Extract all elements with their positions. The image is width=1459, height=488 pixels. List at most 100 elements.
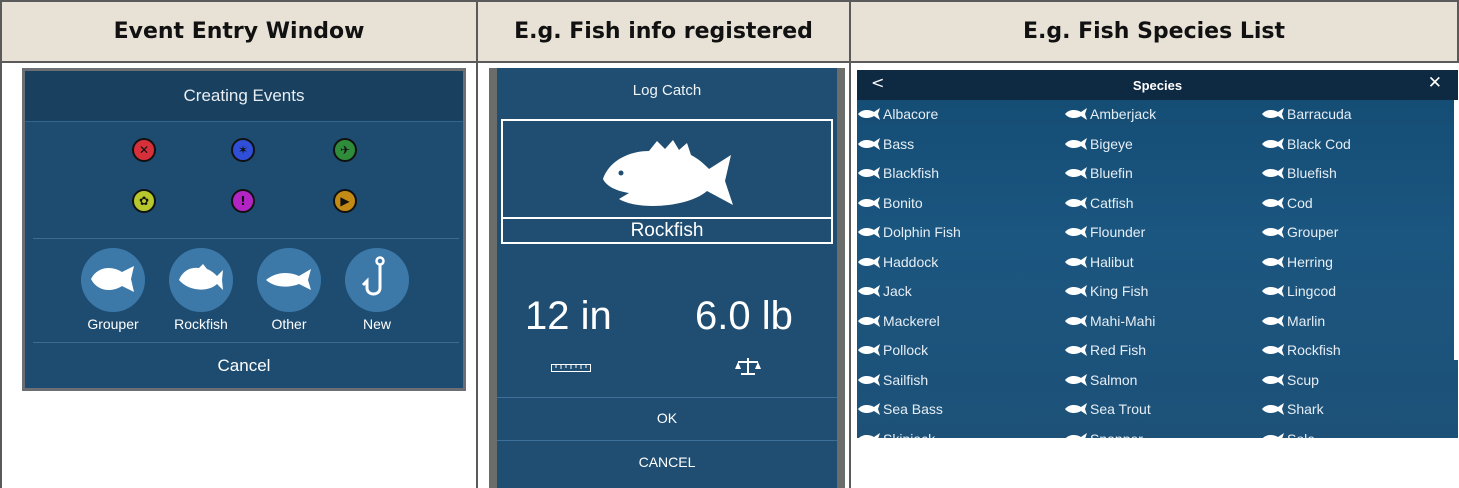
rockfish-label: Rockfish bbox=[174, 316, 228, 332]
species-item[interactable]: Sea Bass bbox=[857, 397, 943, 421]
species-item[interactable]: Snapper bbox=[1064, 427, 1143, 438]
fish-icon bbox=[1065, 108, 1087, 120]
fish-icon bbox=[858, 314, 880, 327]
species-label: Scup bbox=[1287, 371, 1319, 388]
ok-button[interactable]: OK bbox=[497, 398, 837, 438]
bird-icon[interactable]: ✈ bbox=[333, 138, 357, 162]
species-item[interactable]: Grouper bbox=[1261, 220, 1338, 244]
rockfish-icon bbox=[603, 140, 733, 206]
species-item[interactable]: Scup bbox=[1261, 368, 1319, 392]
species-title-bar: Species bbox=[857, 70, 1458, 100]
other-label: Other bbox=[271, 316, 307, 332]
species-item[interactable]: Flounder bbox=[1064, 220, 1145, 244]
species-item[interactable]: Bass bbox=[857, 132, 914, 156]
alert-icon[interactable]: ! bbox=[231, 189, 255, 213]
species-label: Blackfish bbox=[883, 165, 940, 181]
species-item[interactable]: Shark bbox=[1261, 397, 1324, 421]
species-label: Dolphin Fish bbox=[883, 224, 961, 240]
species-item[interactable]: Marlin bbox=[1261, 309, 1325, 333]
species-item[interactable]: Albacore bbox=[857, 102, 938, 126]
other-fish-icon bbox=[266, 269, 311, 290]
species-item[interactable]: Mahi-Mahi bbox=[1064, 309, 1155, 333]
species-item[interactable]: Skipjack bbox=[857, 427, 935, 439]
species-item[interactable]: Herring bbox=[1261, 250, 1333, 274]
species-item[interactable]: Catfish bbox=[1064, 191, 1134, 215]
species-item[interactable]: Jack bbox=[857, 279, 912, 303]
species-item[interactable]: Lingcod bbox=[1261, 279, 1336, 303]
cancel-button[interactable]: Cancel bbox=[25, 343, 463, 388]
species-item[interactable]: Bluefish bbox=[1261, 161, 1337, 185]
fish-icon bbox=[858, 137, 880, 150]
fish-icon bbox=[1065, 285, 1087, 297]
species-item[interactable]: Bluefin bbox=[1064, 161, 1133, 185]
flag-icon[interactable]: ✶ bbox=[231, 138, 255, 162]
weight-value[interactable]: 6.0 lb bbox=[695, 294, 793, 339]
species-label: Sea Trout bbox=[1090, 401, 1151, 417]
species-item[interactable]: Black Cod bbox=[1261, 132, 1351, 156]
species-label: Bonito bbox=[883, 194, 923, 211]
species-item[interactable]: Cod bbox=[1261, 191, 1313, 215]
column-header-event-entry: Event Entry Window bbox=[2, 2, 476, 61]
species-item[interactable]: King Fish bbox=[1064, 279, 1148, 303]
fish-icon bbox=[858, 226, 880, 238]
play-icon[interactable]: ▶ bbox=[333, 189, 357, 213]
ruler-icon bbox=[551, 364, 591, 372]
log-catch-dialog: Log Catch Rockfish 12 in 6.0 lb OK CANCE… bbox=[497, 68, 837, 488]
species-item[interactable]: Mackerel bbox=[857, 309, 940, 333]
species-label: Haddock bbox=[883, 253, 939, 270]
species-item[interactable]: Bigeye bbox=[1064, 132, 1133, 156]
table-border-col2 bbox=[849, 0, 851, 488]
mark-icon[interactable]: ✕ bbox=[132, 138, 156, 162]
species-item[interactable]: Red Fish bbox=[1064, 338, 1146, 362]
species-label: Bluefin bbox=[1090, 165, 1133, 181]
column-header-species-list: E.g. Fish Species List bbox=[851, 2, 1457, 61]
fish-icon bbox=[1262, 314, 1284, 327]
species-item[interactable]: Bonito bbox=[857, 191, 923, 215]
species-label: Bluefish bbox=[1287, 165, 1337, 181]
fish-icon bbox=[1065, 196, 1087, 209]
fish-icon bbox=[1065, 373, 1087, 386]
species-label: Sole bbox=[1287, 431, 1315, 439]
crab-icon[interactable]: ✿ bbox=[132, 189, 156, 213]
length-value[interactable]: 12 in bbox=[525, 294, 612, 339]
species-item[interactable]: Halibut bbox=[1064, 250, 1134, 274]
species-item[interactable]: Haddock bbox=[857, 250, 938, 274]
species-item[interactable]: Sailfish bbox=[857, 368, 928, 392]
new-button[interactable] bbox=[345, 248, 409, 312]
species-item[interactable]: Pollock bbox=[857, 338, 928, 362]
species-item[interactable]: Rockfish bbox=[1261, 338, 1341, 362]
fish-icon bbox=[1065, 344, 1087, 356]
species-item[interactable]: Sea Trout bbox=[1064, 397, 1151, 421]
other-button[interactable] bbox=[257, 248, 321, 312]
species-item[interactable]: Sole bbox=[1261, 427, 1315, 439]
species-label: Rockfish bbox=[1287, 342, 1341, 358]
title-divider bbox=[25, 121, 463, 122]
fish-icon bbox=[1262, 108, 1284, 120]
rockfish-icon bbox=[179, 264, 223, 290]
species-label: Flounder bbox=[1090, 224, 1146, 240]
rockfish-button[interactable] bbox=[169, 248, 233, 312]
fish-name-field[interactable]: Rockfish bbox=[501, 217, 833, 244]
fish-icon bbox=[1262, 196, 1284, 209]
species-item[interactable]: Dolphin Fish bbox=[857, 220, 961, 244]
map-edge-right bbox=[837, 68, 845, 488]
species-label: Grouper bbox=[1287, 224, 1339, 240]
species-label: Skipjack bbox=[883, 431, 935, 439]
grouper-button[interactable] bbox=[81, 248, 145, 312]
cancel-button[interactable]: CANCEL bbox=[497, 442, 837, 482]
table-border-header-bottom bbox=[0, 61, 1459, 63]
close-icon[interactable]: ✕ bbox=[1428, 73, 1442, 93]
back-icon[interactable]: < bbox=[871, 73, 884, 92]
species-label: Black Cod bbox=[1287, 135, 1351, 152]
log-catch-window: Log Catch Rockfish 12 in 6.0 lb OK CANCE… bbox=[489, 68, 845, 488]
species-label: Albacore bbox=[883, 106, 939, 122]
scrollbar[interactable] bbox=[1454, 100, 1458, 360]
species-item[interactable]: Barracuda bbox=[1261, 102, 1352, 126]
species-label: Barracuda bbox=[1287, 106, 1352, 122]
grouper-fish-icon bbox=[91, 266, 134, 292]
species-label: Mackerel bbox=[883, 312, 940, 329]
fish-icon bbox=[858, 167, 880, 179]
species-item[interactable]: Blackfish bbox=[857, 161, 939, 185]
species-item[interactable]: Amberjack bbox=[1064, 102, 1156, 126]
species-item[interactable]: Salmon bbox=[1064, 368, 1137, 392]
